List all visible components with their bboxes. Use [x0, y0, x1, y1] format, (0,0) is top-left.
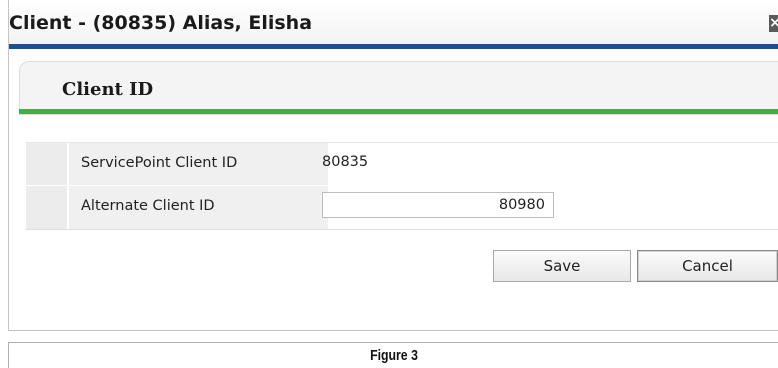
row-gutter [26, 186, 67, 229]
field-label-cell: Alternate Client ID [67, 186, 328, 229]
field-row-servicepoint-client-id: ServicePoint Client ID [26, 142, 778, 187]
row-gutter [26, 143, 67, 186]
field-label-cell: ServicePoint Client ID [67, 143, 328, 186]
save-button[interactable]: Save [493, 250, 631, 282]
panel-accent-rule [19, 109, 778, 114]
panel-title: Client ID [62, 79, 154, 100]
client-id-panel-header: Client ID [19, 61, 778, 115]
dialog-title: Client - (80835) Alias, Elisha [9, 12, 313, 34]
row-divider [26, 229, 778, 230]
title-divider [9, 44, 778, 49]
servicepoint-client-id-value: 80835 [322, 154, 369, 170]
field-label: Alternate Client ID [81, 198, 215, 214]
figure-caption: Figure 3 [370, 347, 418, 364]
close-icon[interactable]: × [769, 15, 778, 32]
figure-caption-box: Figure 3 [8, 342, 778, 368]
dialog-titlebar[interactable]: Client - (80835) Alias, Elisha × [9, 0, 778, 44]
field-label: ServicePoint Client ID [81, 155, 238, 171]
alternate-client-id-input[interactable] [322, 192, 554, 218]
cancel-button[interactable]: Cancel [637, 250, 778, 282]
